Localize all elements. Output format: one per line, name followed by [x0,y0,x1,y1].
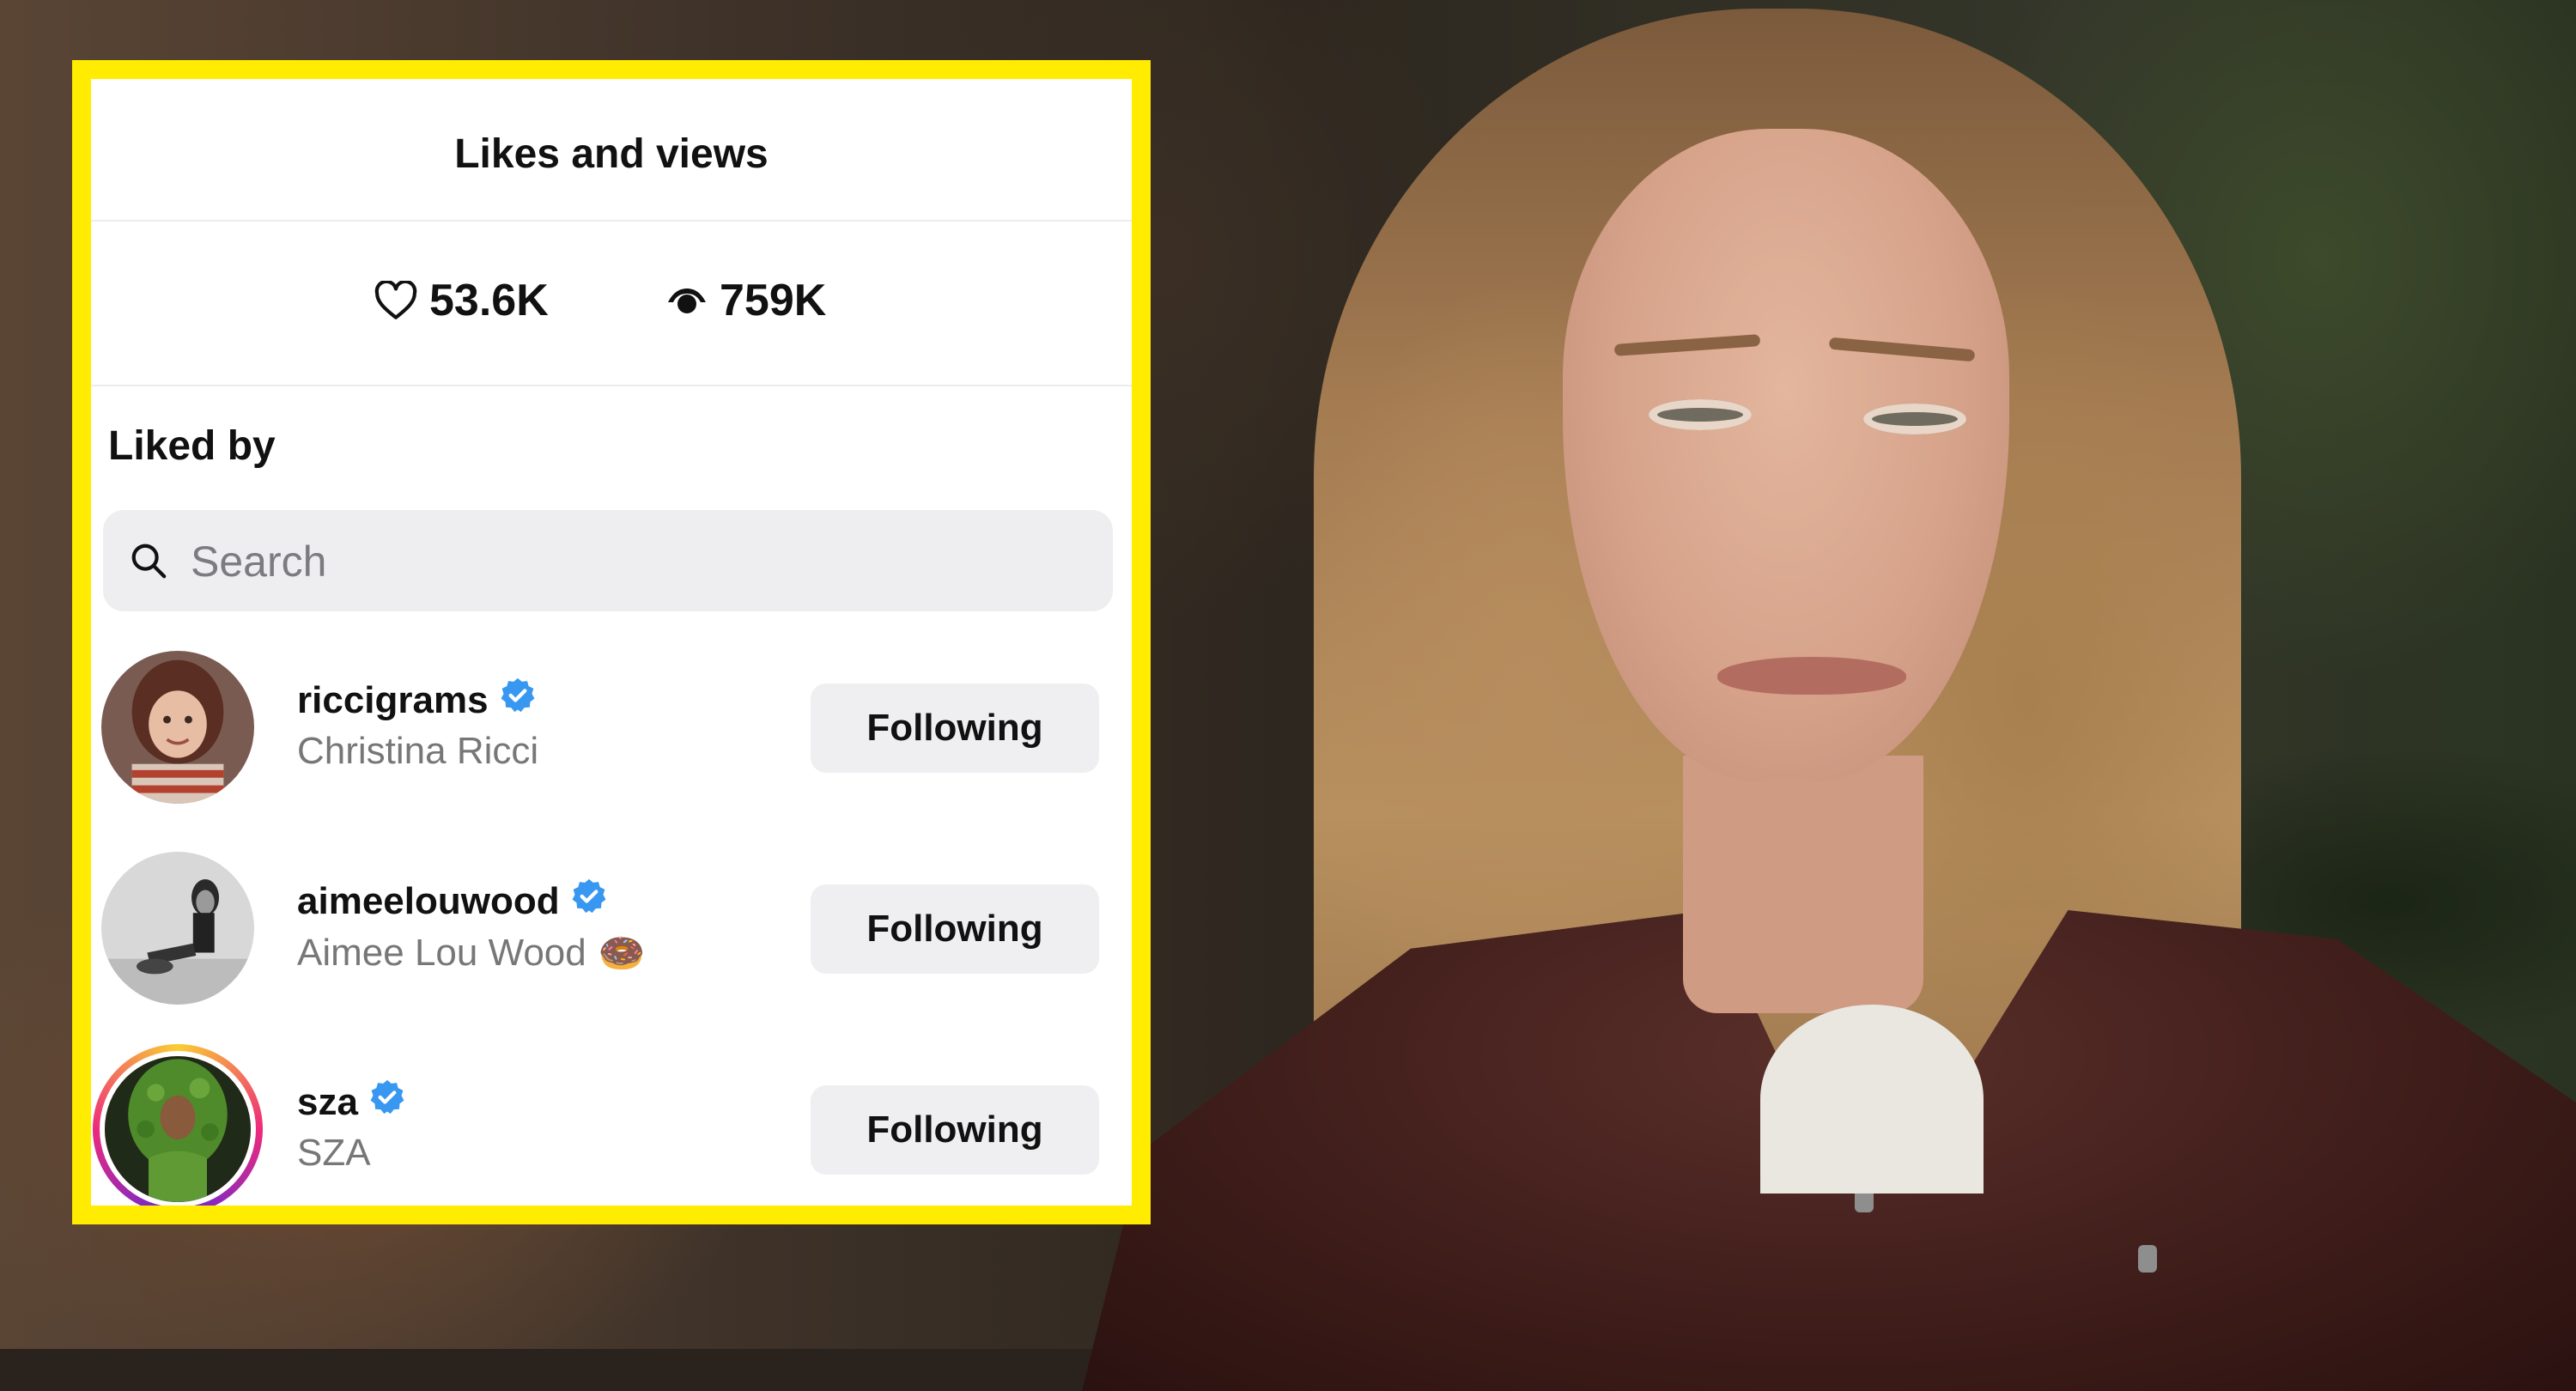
full-name: Christina Ricci [297,730,538,773]
verified-badge-icon [570,878,608,925]
avatar[interactable] [101,651,254,804]
right-eye [1863,404,1966,434]
heart-icon [374,281,417,320]
white-shirt [1760,1005,1984,1194]
username[interactable]: sza [297,1078,406,1126]
username-text[interactable]: riccigrams [297,679,489,722]
likes-stat: 53.6K [374,275,549,326]
avatar-with-story-ring[interactable] [93,1044,263,1206]
stats-row: 53.6K 759K [91,275,1132,343]
avatar [100,1051,256,1206]
neck [1683,756,1923,1013]
views-stat: 759K [666,275,826,326]
following-button[interactable]: Following [811,884,1099,974]
search-icon [129,541,168,585]
search-input[interactable] [189,510,1085,613]
username[interactable]: aimeelouwood [297,878,608,925]
title-divider [91,220,1132,222]
verified-badge-icon [368,1078,406,1126]
user-row[interactable]: sza SZA Following [91,1044,1132,1206]
username-text[interactable]: aimeelouwood [297,880,560,923]
stats-divider [91,385,1132,386]
verified-badge-icon [499,677,537,724]
full-name: Aimee Lou Wood 🍩 [297,931,646,975]
donut-emoji-icon: 🍩 [598,932,646,975]
views-count: 759K [720,276,827,325]
eye-icon [666,286,708,315]
panel-title: Likes and views [454,131,769,177]
full-name-text: SZA [297,1132,371,1174]
following-button[interactable]: Following [811,1085,1099,1175]
likes-and-views-panel: Likes and views 53.6K 759K Liked by Sear… [72,60,1151,1224]
liked-by-heading: Liked by [108,423,276,469]
lips [1717,657,1906,695]
user-row[interactable]: aimeelouwood Aimee Lou Wood 🍩 Following [91,852,1132,1024]
following-button[interactable]: Following [811,683,1099,773]
jacket-snap [2138,1245,2157,1273]
username[interactable]: riccigrams [297,677,537,724]
username-text[interactable]: sza [297,1081,358,1124]
full-name-text: Christina Ricci [297,730,539,772]
full-name: SZA [297,1132,371,1175]
search-bar[interactable] [103,510,1113,613]
left-eye [1649,399,1752,430]
full-name-text: Aimee Lou Wood [297,932,586,974]
user-row[interactable]: riccigrams Christina Ricci Following [91,651,1132,823]
likes-count: 53.6K [429,276,549,325]
avatar[interactable] [101,852,254,1005]
